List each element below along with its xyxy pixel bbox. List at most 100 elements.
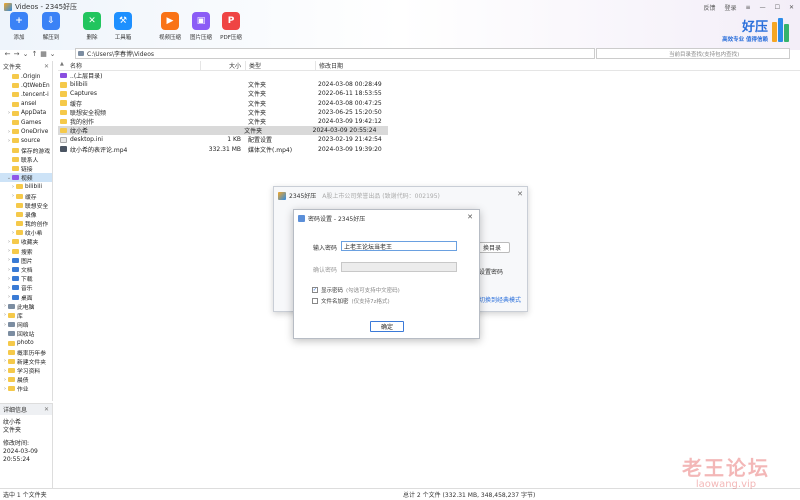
login-link[interactable]: 登录 bbox=[725, 3, 737, 12]
close-tree-icon[interactable]: ✕ bbox=[44, 63, 49, 70]
menu-icon[interactable]: ≡ bbox=[746, 4, 751, 11]
file-row[interactable]: 缓存 文件夹 2024-03-08 00:47:25 bbox=[58, 99, 800, 108]
ok-button[interactable]: 确定 bbox=[370, 321, 404, 332]
file-row[interactable]: 纹小希的表评论.mp4 332.31 MB 媒体文件(.mp4) 2024-03-09… bbox=[58, 145, 800, 154]
tree-item[interactable]: › 学习资料 bbox=[0, 366, 52, 376]
up-arrow-icon[interactable]: ↑ bbox=[30, 50, 39, 58]
close-icon[interactable]: ✕ bbox=[789, 4, 794, 11]
details-type: 文件夹 bbox=[3, 427, 22, 434]
add-icon: + bbox=[10, 12, 28, 30]
details-modified-date: 2024-03-09 bbox=[3, 448, 38, 455]
tree-item[interactable]: › 缓存 bbox=[0, 191, 52, 201]
tree-item[interactable]: ⌄ 视频 bbox=[0, 173, 52, 183]
tree-item[interactable]: › 桌面 bbox=[0, 293, 52, 302]
tree-item[interactable]: › 网络 bbox=[0, 320, 52, 330]
tree-item-label: 晨债 bbox=[17, 378, 29, 385]
toolbar-button-toolbox[interactable]: ⚒ 工具箱 bbox=[108, 12, 138, 41]
set-password-link[interactable]: 设置密码 bbox=[479, 267, 503, 276]
tree-item[interactable]: › 作业 bbox=[0, 384, 52, 394]
tree-item[interactable]: .Origin bbox=[0, 72, 52, 81]
show-password-hint: (勾选可支持中文密码) bbox=[346, 288, 400, 294]
tree-item[interactable]: 录像 bbox=[0, 210, 52, 219]
tree-item[interactable]: › bilibili bbox=[0, 182, 52, 191]
file-row[interactable]: bilibili 文件夹 2024-03-08 00:28:49 bbox=[58, 80, 800, 89]
column-date[interactable]: 修改日期 bbox=[315, 61, 385, 70]
dropdown-icon[interactable]: ⌄ bbox=[21, 50, 30, 58]
confirm-password-input[interactable] bbox=[341, 262, 457, 272]
tree-item[interactable]: › 此电脑 bbox=[0, 302, 52, 311]
tree-item[interactable]: 链接 bbox=[0, 164, 52, 173]
tree-item[interactable]: 联想安全 bbox=[0, 201, 52, 210]
toolbar-button-label: 删除 bbox=[86, 35, 98, 41]
toolbar-button-delete[interactable]: ✕ 删除 bbox=[77, 12, 107, 41]
tree-item[interactable]: › 搜索 bbox=[0, 247, 52, 256]
tree-item[interactable]: › OneDrive bbox=[0, 127, 52, 136]
toolbar-button-pdf-compress[interactable]: P PDF压缩 bbox=[216, 12, 246, 41]
toolbar-button-video-compress[interactable]: ▶ 视频压缩 bbox=[155, 12, 185, 41]
tree-item[interactable]: .tencent-i bbox=[0, 90, 52, 99]
file-row[interactable]: desktop.ini 1 KB 配置设置 2023-02-19 21:42:54 bbox=[58, 135, 800, 144]
column-name[interactable]: ▲ 名称 bbox=[58, 61, 200, 70]
file-type: 文件夹 bbox=[244, 128, 263, 136]
tree-item[interactable]: › 库 bbox=[0, 311, 52, 320]
path-input[interactable]: C:\Users\李春博\Videos bbox=[75, 48, 595, 59]
folder-icon bbox=[12, 156, 19, 162]
minimize-icon[interactable]: — bbox=[760, 4, 766, 11]
file-row[interactable]: Captures 文件夹 2022-06-11 18:53:55 bbox=[58, 89, 800, 98]
tree-item[interactable]: › 音乐 bbox=[0, 283, 52, 293]
tree-item[interactable]: › 收藏夹 bbox=[0, 237, 52, 247]
tree-item[interactable]: 联系人 bbox=[0, 155, 52, 164]
forward-arrow-icon[interactable]: → bbox=[12, 50, 21, 58]
compress-dialog-close-icon[interactable]: ✕ bbox=[517, 190, 523, 198]
tree-item[interactable]: › 新建文件夹 bbox=[0, 357, 52, 366]
tree-item[interactable]: › 文档 bbox=[0, 265, 52, 275]
search-input[interactable]: 当前目录查找(支持包内查找) bbox=[596, 48, 790, 59]
column-type[interactable]: 类型 bbox=[245, 61, 315, 70]
view-dropdown-icon[interactable]: ⌄ bbox=[48, 50, 57, 58]
feedback-link[interactable]: 反馈 bbox=[704, 3, 716, 12]
column-size[interactable]: 大小 bbox=[200, 61, 245, 70]
tree-item[interactable]: › 晨债 bbox=[0, 375, 52, 385]
tree-item[interactable]: › source bbox=[0, 136, 52, 145]
tree-item-label: 搜索 bbox=[21, 249, 33, 256]
folder-icon bbox=[8, 377, 15, 383]
file-date: 2023-02-19 21:42:54 bbox=[318, 136, 382, 144]
maximize-icon[interactable]: ☐ bbox=[775, 4, 780, 11]
details-header: 详细信息 ✕ bbox=[0, 404, 52, 415]
encrypt-names-row[interactable]: 文件名加密 (仅支持7z格式) bbox=[312, 297, 390, 305]
tree-item-label: 图片 bbox=[21, 258, 33, 265]
file-row[interactable]: 我的创作 文件夹 2024-03-09 19:42:12 bbox=[58, 117, 800, 126]
tree-item[interactable]: 回收站 bbox=[0, 329, 52, 338]
toolbar-button-add[interactable]: + 添加 bbox=[4, 12, 34, 41]
file-name: bilibili bbox=[70, 81, 88, 89]
back-arrow-icon[interactable]: ← bbox=[3, 50, 12, 58]
show-password-row[interactable]: ✓ 显示密码 (勾选可支持中文密码) bbox=[312, 286, 400, 294]
tree-item[interactable]: Games bbox=[0, 118, 52, 127]
file-row[interactable]: 联想安全视频 文件夹 2023-06-25 15:20:50 bbox=[58, 108, 800, 117]
encrypt-names-checkbox[interactable] bbox=[312, 298, 318, 304]
tree-item-label: 保存的游戏 bbox=[21, 148, 50, 155]
show-password-checkbox[interactable]: ✓ bbox=[312, 287, 318, 293]
toolbar-button-extract[interactable]: ⇩ 解压到 bbox=[36, 12, 66, 41]
folder-icon bbox=[8, 303, 15, 309]
view-mode-icon[interactable]: ▦ bbox=[39, 50, 48, 58]
tree-item[interactable]: 保存的游戏 bbox=[0, 146, 52, 155]
file-row[interactable]: 纹小希 文件夹 2024-03-09 20:55:24 bbox=[58, 126, 388, 136]
tree-item[interactable]: › 图片 bbox=[0, 256, 52, 265]
tree-item[interactable]: photo bbox=[0, 338, 52, 347]
tree-item[interactable]: .QtWebEn bbox=[0, 81, 52, 90]
tree-item[interactable]: › AppData bbox=[0, 109, 52, 118]
tree-item[interactable]: 概率历年参 bbox=[0, 348, 52, 357]
close-details-icon[interactable]: ✕ bbox=[44, 406, 49, 413]
tree-item[interactable]: 我的创作 bbox=[0, 219, 52, 228]
enter-password-input[interactable]: 上老王论坛当老王 bbox=[341, 241, 457, 251]
tree-item[interactable]: › 下载 bbox=[0, 274, 52, 284]
tree-item[interactable]: › 纹小希 bbox=[0, 228, 52, 238]
password-dialog-close-icon[interactable]: ✕ bbox=[467, 213, 473, 221]
tree-item[interactable]: ansel bbox=[0, 100, 52, 109]
toolbar-button-image-compress[interactable]: ▣ 图片压缩 bbox=[186, 12, 216, 41]
file-row[interactable]: ..(上层目录) bbox=[58, 71, 800, 80]
folder-icon bbox=[12, 110, 19, 116]
watermark-text: 老王论坛 bbox=[682, 456, 770, 480]
classic-mode-link[interactable]: 切换到经典模式 bbox=[479, 295, 521, 304]
